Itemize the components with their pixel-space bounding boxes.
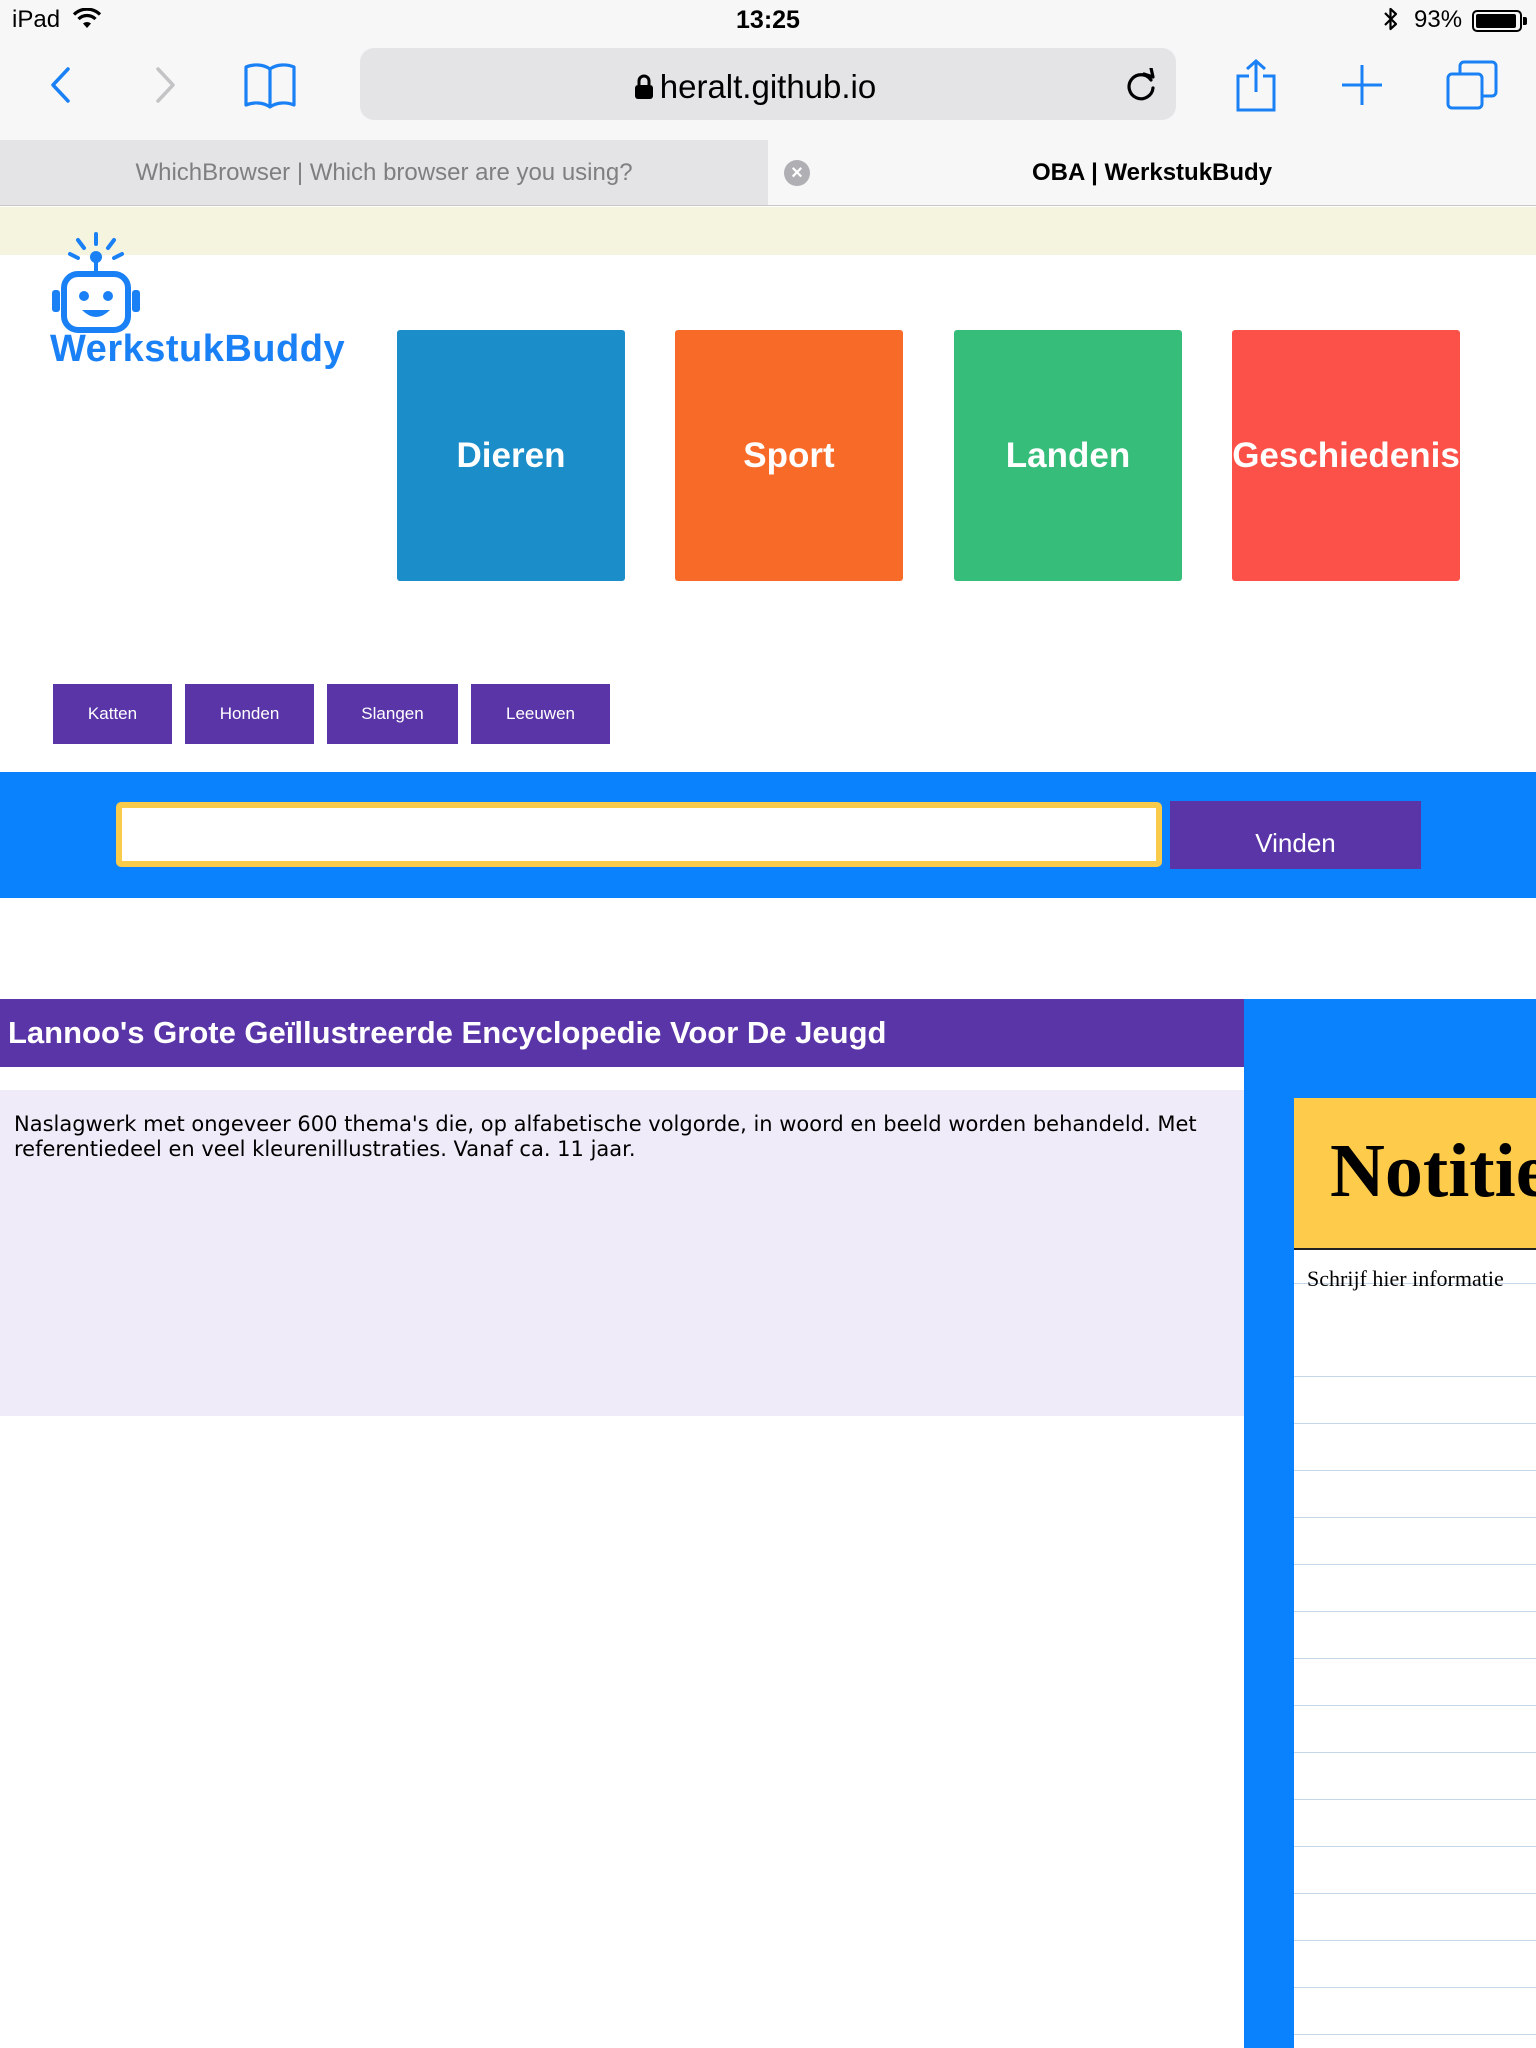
bookmarks-button[interactable] <box>240 40 300 130</box>
notes-panel: Notitie Schrijf hier informatie <box>1294 1098 1536 2048</box>
tab-werkstukbudy[interactable]: OBA | WerkstukBudy <box>768 140 1536 205</box>
notes-textarea[interactable]: Schrijf hier informatie <box>1294 1250 1536 2048</box>
subcategory-slangen[interactable]: Slangen <box>327 684 458 744</box>
category-sport[interactable]: Sport <box>675 330 903 581</box>
result-description: Naslagwerk met ongeveer 600 thema's die,… <box>14 1112 1197 1161</box>
category-geschiedenis[interactable]: Geschiedenis <box>1232 330 1460 581</box>
logo-text[interactable]: WerkstukBuddy <box>50 328 345 371</box>
share-icon <box>1236 58 1276 112</box>
book-icon <box>244 63 296 109</box>
tab-label: WhichBrowser | Which browser are you usi… <box>135 158 633 186</box>
tab-label: OBA | WerkstukBudy <box>1031 158 1273 186</box>
subcategory-katten[interactable]: Katten <box>53 684 172 744</box>
result-description-box: Naslagwerk met ongeveer 600 thema's die,… <box>0 1090 1244 1416</box>
notice-strip <box>0 207 1536 255</box>
url-text: heralt.github.io <box>659 68 877 105</box>
tab-whichbrowser[interactable]: WhichBrowser | Which browser are you usi… <box>0 140 768 205</box>
plus-icon <box>1342 65 1382 105</box>
battery-icon <box>1472 10 1527 32</box>
notes-title: Notitie <box>1330 1129 1536 1213</box>
battery-percentage: 93% <box>1414 6 1463 33</box>
bluetooth-icon <box>1382 6 1400 39</box>
address-bar[interactable]: heralt.github.io <box>360 48 1176 120</box>
notes-header: Notitie <box>1294 1098 1536 1250</box>
search-input[interactable] <box>116 802 1162 867</box>
share-button[interactable] <box>1228 40 1284 130</box>
subcategory-honden[interactable]: Honden <box>185 684 314 744</box>
result-title[interactable]: Lannoo's Grote Geïllustreerde Encycloped… <box>0 999 1244 1067</box>
tab-bar: WhichBrowser | Which browser are you usi… <box>0 140 1536 206</box>
chevron-right-icon <box>156 67 175 103</box>
status-bar: iPad 13:25 93% <box>0 0 1536 40</box>
tabs-icon <box>1446 60 1498 110</box>
tabs-overview-button[interactable] <box>1444 40 1500 130</box>
new-tab-button[interactable] <box>1334 40 1390 130</box>
forward-button[interactable] <box>140 40 190 130</box>
close-tab-icon[interactable]: × <box>784 160 810 186</box>
browser-toolbar: heralt.github.io <box>0 40 1536 140</box>
back-button[interactable] <box>36 40 86 130</box>
reload-icon[interactable] <box>1124 66 1158 109</box>
chevron-left-icon <box>51 67 70 103</box>
category-dieren[interactable]: Dieren <box>397 330 625 581</box>
category-landen[interactable]: Landen <box>954 330 1182 581</box>
clock: 13:25 <box>736 6 800 34</box>
robot-logo-icon <box>48 230 144 339</box>
search-button[interactable]: Vinden <box>1170 801 1421 869</box>
notes-placeholder: Schrijf hier informatie <box>1307 1266 1504 1291</box>
subcategory-leeuwen[interactable]: Leeuwen <box>471 684 610 744</box>
